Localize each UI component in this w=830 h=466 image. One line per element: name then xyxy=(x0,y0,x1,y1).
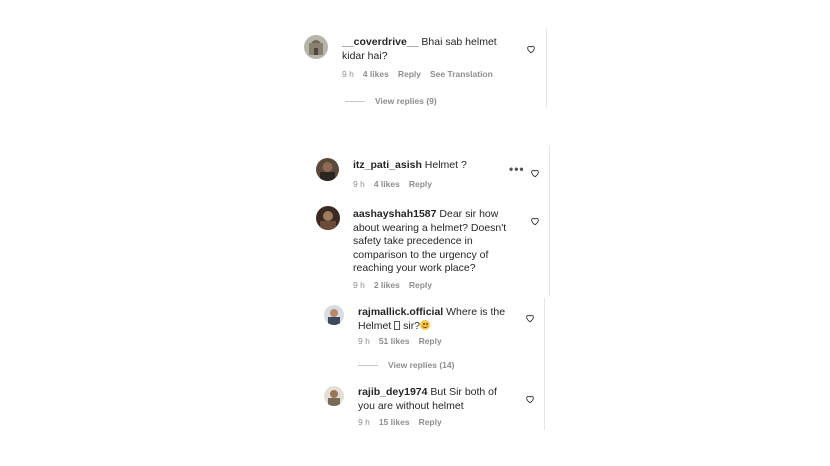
avatar[interactable] xyxy=(316,158,339,181)
reply-button[interactable]: Reply xyxy=(398,69,421,79)
comment-text: rajib_dey1974 But Sir both of you are wi… xyxy=(358,386,497,412)
timestamp: 9 h xyxy=(342,69,354,79)
avatar[interactable] xyxy=(324,386,344,406)
comment-meta: 9 h 4 likes Reply xyxy=(353,179,441,189)
reply-button[interactable]: Reply xyxy=(419,417,442,427)
heart-icon[interactable] xyxy=(525,310,535,323)
divider-line xyxy=(549,146,550,296)
heart-icon[interactable] xyxy=(526,41,536,54)
divider-line xyxy=(544,298,545,430)
comment-text: itz_pati_asish Helmet ? xyxy=(353,159,467,171)
username-link[interactable]: __coverdrive__ xyxy=(342,36,418,48)
comment-text: aashayshah1587 Dear sir how about wearin… xyxy=(353,208,507,274)
username-link[interactable]: rajmallick.official xyxy=(358,306,443,318)
likes-count[interactable]: 51 likes xyxy=(379,336,410,346)
comment-meta: 9 h 51 likes Reply xyxy=(358,336,451,346)
timestamp: 9 h xyxy=(358,417,370,427)
username-link[interactable]: rajib_dey1974 xyxy=(358,386,427,398)
likes-count[interactable]: 15 likes xyxy=(379,417,410,427)
username-link[interactable]: aashayshah1587 xyxy=(353,208,436,220)
timestamp: 9 h xyxy=(353,179,365,189)
heart-icon[interactable] xyxy=(530,213,540,226)
comment-meta: 9 h 15 likes Reply xyxy=(358,417,451,427)
likes-count[interactable]: 2 likes xyxy=(374,280,400,290)
see-translation-link[interactable]: See Translation xyxy=(430,69,493,79)
reply-button[interactable]: Reply xyxy=(409,179,432,189)
reply-button[interactable]: Reply xyxy=(409,280,432,290)
heart-icon[interactable] xyxy=(525,391,535,404)
heart-icon[interactable] xyxy=(530,165,540,178)
view-replies-button[interactable]: View replies (14) xyxy=(358,360,454,370)
comment-meta: 9 h 2 likes Reply xyxy=(353,280,441,290)
likes-count[interactable]: 4 likes xyxy=(363,69,389,79)
divider-dash xyxy=(358,365,378,367)
comment-text: __coverdrive__ Bhai sab helmet kidar hai… xyxy=(342,36,497,62)
timestamp: 9 h xyxy=(358,336,370,346)
reply-button[interactable]: Reply xyxy=(419,336,442,346)
avatar[interactable] xyxy=(304,35,328,59)
timestamp: 9 h xyxy=(353,280,365,290)
avatar[interactable] xyxy=(316,206,340,230)
divider-line xyxy=(546,28,547,108)
likes-count[interactable]: 4 likes xyxy=(374,179,400,189)
comment-meta: 9 h 4 likes Reply See Translation xyxy=(342,69,502,79)
username-link[interactable]: itz_pati_asish xyxy=(353,159,422,171)
comment-text: rajmallick.official Where is the Helmet … xyxy=(358,306,506,332)
grinning-emoji-icon xyxy=(420,319,431,330)
divider-dash xyxy=(345,101,365,103)
more-options-icon[interactable]: ••• xyxy=(509,162,525,176)
view-replies-button[interactable]: View replies (9) xyxy=(345,96,437,106)
avatar[interactable] xyxy=(324,305,344,325)
